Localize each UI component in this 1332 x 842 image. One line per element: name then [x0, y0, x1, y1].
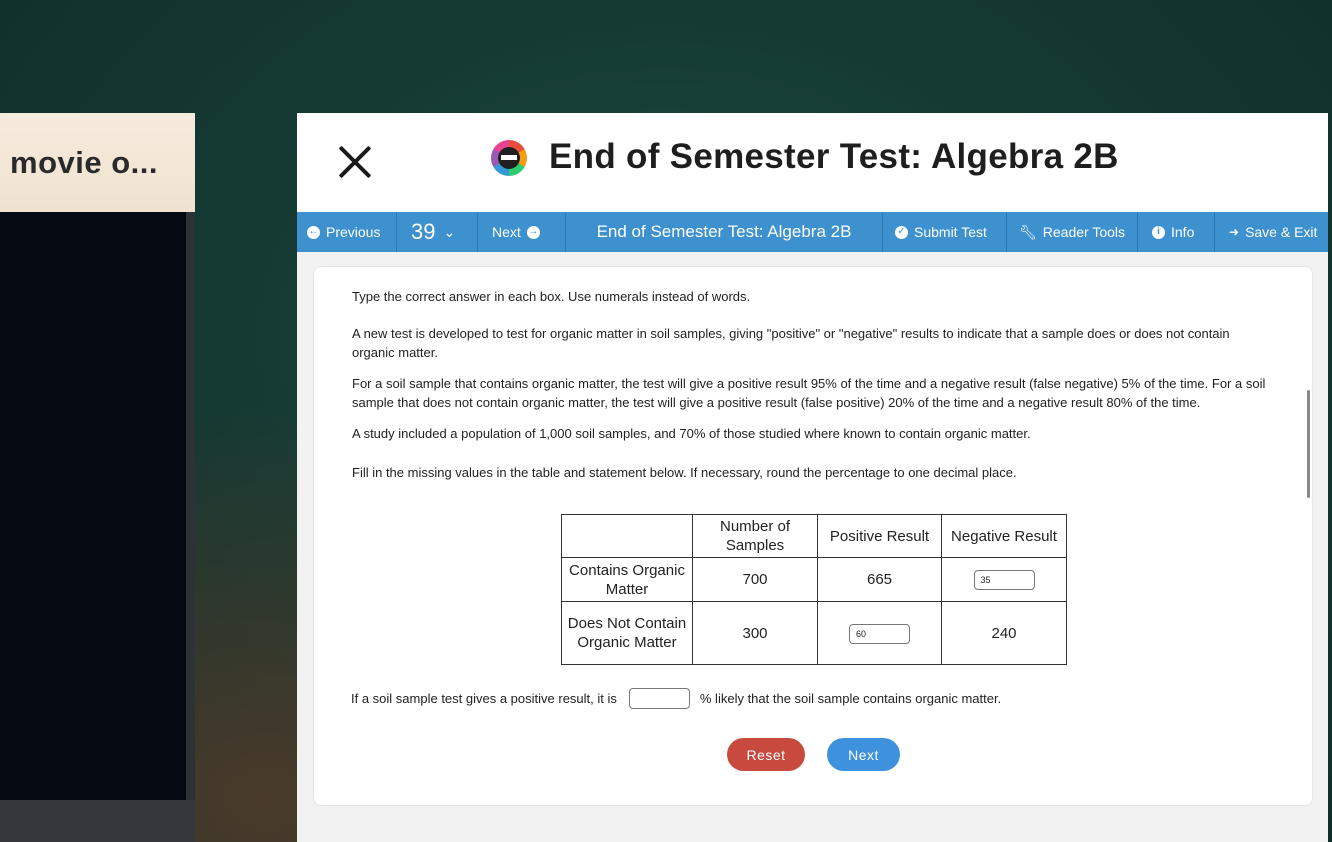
- submit-label: Submit Test: [914, 224, 987, 240]
- table-header-cell: Negative Result: [941, 514, 1067, 558]
- question-number-dropdown[interactable]: 39 ⌄: [397, 212, 478, 252]
- info-button[interactable]: i Info: [1138, 212, 1215, 252]
- background-tab-title[interactable]: movie o...: [0, 113, 195, 212]
- info-icon: i: [1152, 225, 1165, 239]
- wrench-icon: 🔧︎: [1019, 223, 1037, 240]
- window-title: End of Semester Test: Algebra 2B: [549, 137, 1119, 176]
- table-cell: [817, 601, 942, 665]
- scrollbar[interactable]: [1307, 390, 1310, 498]
- instruction-text: Type the correct answer in each box. Use…: [352, 289, 751, 304]
- question-paragraph-1: A new test is developed to test for orga…: [352, 326, 1230, 360]
- row-label: Does Not Contain Organic Matter: [561, 601, 693, 665]
- question-paragraph-3: A study included a population of 1,000 s…: [352, 426, 1031, 441]
- table-cell: 240: [941, 601, 1067, 665]
- table-cell: 300: [692, 601, 818, 665]
- percentage-input[interactable]: [628, 688, 690, 709]
- submit-test-button[interactable]: ✓ Submit Test: [883, 212, 1007, 252]
- table-cell: 665: [817, 557, 942, 602]
- close-icon[interactable]: [333, 139, 379, 185]
- table-header-cell: [561, 514, 693, 558]
- edmentum-logo-icon: [491, 140, 527, 176]
- previous-button[interactable]: ← Previous: [297, 212, 397, 252]
- table-cell: 700: [692, 557, 818, 602]
- title-bar: End of Semester Test: Algebra 2B: [297, 113, 1328, 212]
- statement-before: If a soil sample test gives a positive r…: [351, 691, 617, 706]
- table-row: Does Not Contain Organic Matter 300 240: [561, 601, 1067, 665]
- fill-prompt: Fill in the missing values in the table …: [352, 465, 1017, 480]
- background-window: movie o...: [0, 113, 195, 842]
- statement: If a soil sample test gives a positive r…: [351, 688, 1001, 709]
- chevron-down-icon: ⌄: [443, 223, 456, 240]
- background-bottom-bar: [0, 800, 195, 842]
- reader-tools-button[interactable]: 🔧︎ Reader Tools: [1007, 212, 1138, 252]
- reset-button[interactable]: Reset: [727, 738, 805, 771]
- check-circle-icon: ✓: [895, 225, 908, 239]
- test-window: End of Semester Test: Algebra 2B ← Previ…: [297, 113, 1328, 842]
- next-question-button[interactable]: Next →: [478, 212, 566, 252]
- info-label: Info: [1171, 224, 1195, 240]
- question-paragraph-2: For a soil sample that contains organic …: [352, 376, 1266, 410]
- table-cell: [941, 557, 1067, 602]
- reader-tools-label: Reader Tools: [1042, 224, 1126, 240]
- toolbar: ← Previous 39 ⌄ Next → End of Semester T…: [297, 212, 1328, 252]
- table-header-cell: Number of Samples: [692, 514, 818, 558]
- statement-after: % likely that the soil sample contains o…: [699, 691, 1002, 706]
- toolbar-test-title: End of Semester Test: Algebra 2B: [566, 212, 883, 252]
- background-divider: [186, 212, 195, 800]
- table-row: Contains Organic Matter 700 665: [561, 557, 1067, 602]
- probability-table: Number of Samples Positive Result Negati…: [561, 514, 1067, 665]
- table-header-cell: Positive Result: [817, 514, 942, 558]
- sign-in-icon: ➜: [1229, 225, 1240, 239]
- question-text: Type the correct answer in each box. Use…: [352, 287, 1272, 482]
- negative-result-input[interactable]: [973, 570, 1035, 590]
- table-header-row: Number of Samples Positive Result Negati…: [561, 514, 1067, 558]
- positive-result-input[interactable]: [849, 623, 910, 644]
- question-number: 39: [411, 219, 436, 244]
- background-video-area: [0, 212, 186, 800]
- next-label: Next: [492, 224, 521, 240]
- row-label: Contains Organic Matter: [561, 557, 693, 602]
- save-exit-label: Save & Exit: [1245, 224, 1318, 240]
- previous-label: Previous: [326, 224, 381, 240]
- save-exit-button[interactable]: ➜ Save & Exit: [1215, 212, 1328, 252]
- arrow-right-circle-icon: →: [526, 225, 540, 239]
- arrow-left-circle-icon: ←: [307, 225, 320, 239]
- next-button[interactable]: Next: [827, 738, 900, 771]
